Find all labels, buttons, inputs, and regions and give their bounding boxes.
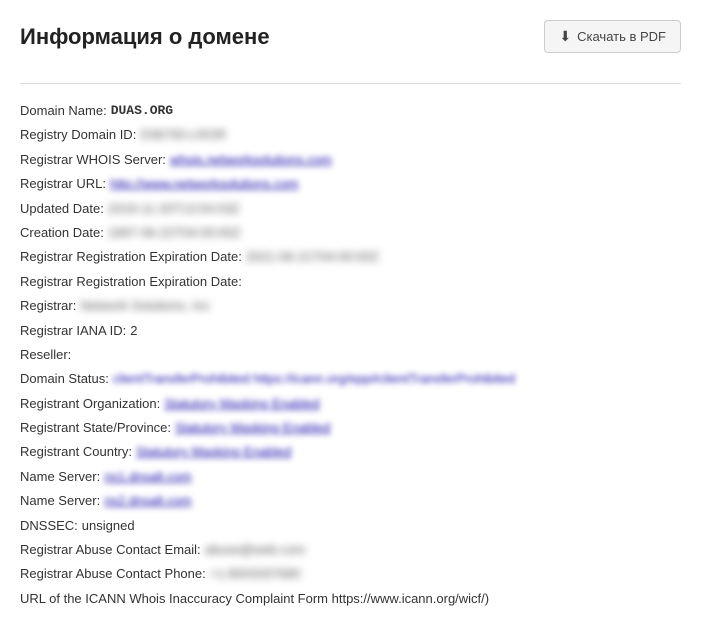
updated-date-row: Updated Date: 2019-11-20T13:54:03Z — [20, 197, 681, 220]
reg-country-label: Registrant Country: — [20, 440, 132, 463]
registrar-whois-label: Registrar WHOIS Server: — [20, 148, 166, 171]
download-icon: ⬇ — [559, 28, 571, 45]
registrar-whois-row: Registrar WHOIS Server: whois.networksol… — [20, 148, 681, 171]
expiration-date-label-1: Registrar Registration Expiration Date: — [20, 245, 242, 268]
dnssec-label: DNSSEC: — [20, 514, 78, 537]
dnssec-value: unsigned — [82, 514, 135, 537]
icann-label: URL of the ICANN Whois Inaccuracy Compla… — [20, 587, 489, 610]
registrar-url-value: http://www.networksolutions.com — [110, 172, 299, 195]
expiration-date-row-2: Registrar Registration Expiration Date: — [20, 270, 681, 293]
abuse-phone-value: +1.8003337680 — [210, 562, 301, 585]
domain-name-value: DUAS.ORG — [111, 99, 173, 122]
reg-country-value: Statutory Masking Enabled — [136, 440, 291, 463]
reg-state-label: Registrant State/Province: — [20, 416, 171, 439]
ns1-value: ns1.dnsalt.com — [104, 465, 191, 488]
dnssec-row: DNSSEC: unsigned — [20, 514, 681, 537]
icann-row: URL of the ICANN Whois Inaccuracy Compla… — [20, 587, 681, 610]
registry-id-label: Registry Domain ID: — [20, 123, 136, 146]
header-divider — [20, 83, 681, 84]
iana-label: Registrar IANA ID: — [20, 319, 126, 342]
ns1-label: Name Server: — [20, 465, 100, 488]
reg-state-value: Statutory Masking Enabled — [175, 416, 330, 439]
registrar-label: Registrar: — [20, 294, 76, 317]
reg-org-value: Statutory Masking Enabled — [164, 392, 319, 415]
expiration-date-value-1: 2021-06-21T04:00:00Z — [246, 245, 379, 268]
domain-name-row: Domain Name: DUAS.ORG — [20, 99, 681, 122]
expiration-date-row-1: Registrar Registration Expiration Date: … — [20, 245, 681, 268]
whois-content: Domain Name: DUAS.ORG Registry Domain ID… — [20, 99, 681, 610]
registry-id-value: D36765-LROR — [140, 123, 226, 146]
registrar-whois-value: whois.networksolutions.com — [170, 148, 332, 171]
iana-value: 2 — [130, 319, 137, 342]
reseller-row: Reseller: — [20, 343, 681, 366]
updated-date-value: 2019-11-20T13:54:03Z — [108, 197, 240, 220]
reg-org-row: Registrant Organization: Statutory Maski… — [20, 392, 681, 415]
domain-name-label: Domain Name: — [20, 99, 107, 122]
creation-date-value: 1997-06-22T04:00:00Z — [108, 221, 241, 244]
reg-state-row: Registrant State/Province: Statutory Mas… — [20, 416, 681, 439]
creation-date-label: Creation Date: — [20, 221, 104, 244]
domain-status-label: Domain Status: — [20, 367, 109, 390]
abuse-phone-row: Registrar Abuse Contact Phone: +1.800333… — [20, 562, 681, 585]
ns2-value: ns2.dnsalt.com — [104, 489, 191, 512]
iana-row: Registrar IANA ID: 2 — [20, 319, 681, 342]
updated-date-label: Updated Date: — [20, 197, 104, 220]
reseller-label: Reseller: — [20, 343, 71, 366]
reg-org-label: Registrant Organization: — [20, 392, 160, 415]
ns2-label: Name Server: — [20, 489, 100, 512]
abuse-email-value: abuse@web.com — [205, 538, 306, 561]
page-title: Информация о домене — [20, 24, 270, 50]
ns2-row: Name Server: ns2.dnsalt.com — [20, 489, 681, 512]
ns1-row: Name Server: ns1.dnsalt.com — [20, 465, 681, 488]
registrar-url-row: Registrar URL: http://www.networksolutio… — [20, 172, 681, 195]
domain-status-value: clientTransferProhibited https://icann.o… — [113, 367, 515, 390]
registrar-url-label: Registrar URL: — [20, 172, 106, 195]
abuse-email-label: Registrar Abuse Contact Email: — [20, 538, 201, 561]
abuse-phone-label: Registrar Abuse Contact Phone: — [20, 562, 206, 585]
download-pdf-button[interactable]: ⬇ Скачать в PDF — [544, 20, 681, 53]
reg-country-row: Registrant Country: Statutory Masking En… — [20, 440, 681, 463]
download-btn-label: Скачать в PDF — [577, 29, 666, 44]
registrar-row: Registrar: Network Solutions, Inc — [20, 294, 681, 317]
registry-id-row: Registry Domain ID: D36765-LROR — [20, 123, 681, 146]
abuse-email-row: Registrar Abuse Contact Email: abuse@web… — [20, 538, 681, 561]
registrar-value: Network Solutions, Inc — [80, 294, 209, 317]
expiration-date-label-2: Registrar Registration Expiration Date: — [20, 270, 242, 293]
creation-date-row: Creation Date: 1997-06-22T04:00:00Z — [20, 221, 681, 244]
domain-status-row: Domain Status: clientTransferProhibited … — [20, 367, 681, 390]
